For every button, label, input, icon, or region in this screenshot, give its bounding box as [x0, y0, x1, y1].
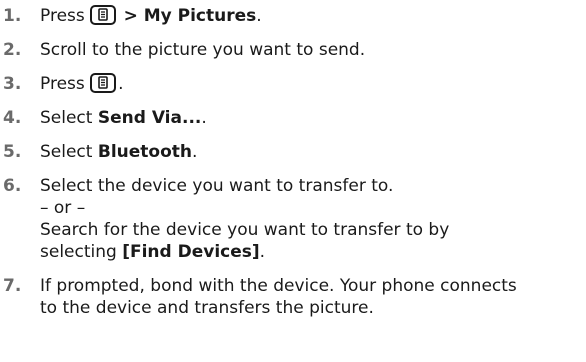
menu-key-icon	[90, 73, 117, 93]
step-text: Scroll to the picture you want to send.	[40, 40, 366, 60]
step-text-line: selecting [Find Devices].	[40, 241, 583, 263]
step-punct: .	[192, 142, 198, 162]
step-text: Select	[40, 108, 98, 128]
step-number: 6.	[3, 176, 22, 196]
option-bluetooth: Bluetooth	[97, 142, 192, 162]
option-find-devices: [Find Devices]	[122, 242, 260, 262]
step-text: Press	[40, 74, 91, 94]
step-4: 4. Select Send Via....	[3, 107, 583, 129]
step-punct: .	[201, 108, 207, 128]
or-separator: – or –	[40, 198, 86, 218]
instruction-steps: 1. Press > My Pictures. 2. Scroll to the…	[3, 5, 583, 331]
step-number: 3.	[3, 74, 22, 94]
step-punct: .	[256, 6, 262, 26]
step-number: 2.	[3, 40, 22, 60]
step-6: 6. Select the device you want to transfe…	[3, 175, 583, 263]
step-number: 5.	[3, 142, 22, 162]
step-text: selecting	[40, 242, 123, 262]
step-text: If prompted, bond with the device. Your …	[40, 276, 517, 296]
step-7: 7. If prompted, bond with the device. Yo…	[3, 275, 583, 319]
step-text: Select the device you want to transfer t…	[40, 176, 394, 196]
menu-path: > My Pictures	[123, 6, 257, 26]
option-send-via: Send Via...	[97, 108, 202, 128]
step-number: 1.	[3, 6, 22, 26]
step-1: 1. Press > My Pictures.	[3, 5, 583, 27]
step-punct: .	[259, 242, 266, 262]
step-2: 2. Scroll to the picture you want to sen…	[3, 39, 583, 61]
step-text: Select	[40, 142, 98, 162]
step-number: 4.	[3, 108, 22, 128]
step-text: Press	[40, 6, 91, 26]
step-punct: .	[118, 74, 124, 94]
menu-key-icon	[90, 5, 117, 25]
step-text: Search for the device you want to transf…	[40, 220, 450, 240]
step-text: to the device and transfers the picture.	[40, 298, 374, 318]
step-3: 3. Press .	[3, 73, 583, 95]
step-5: 5. Select Bluetooth.	[3, 141, 583, 163]
step-number: 7.	[3, 276, 22, 296]
